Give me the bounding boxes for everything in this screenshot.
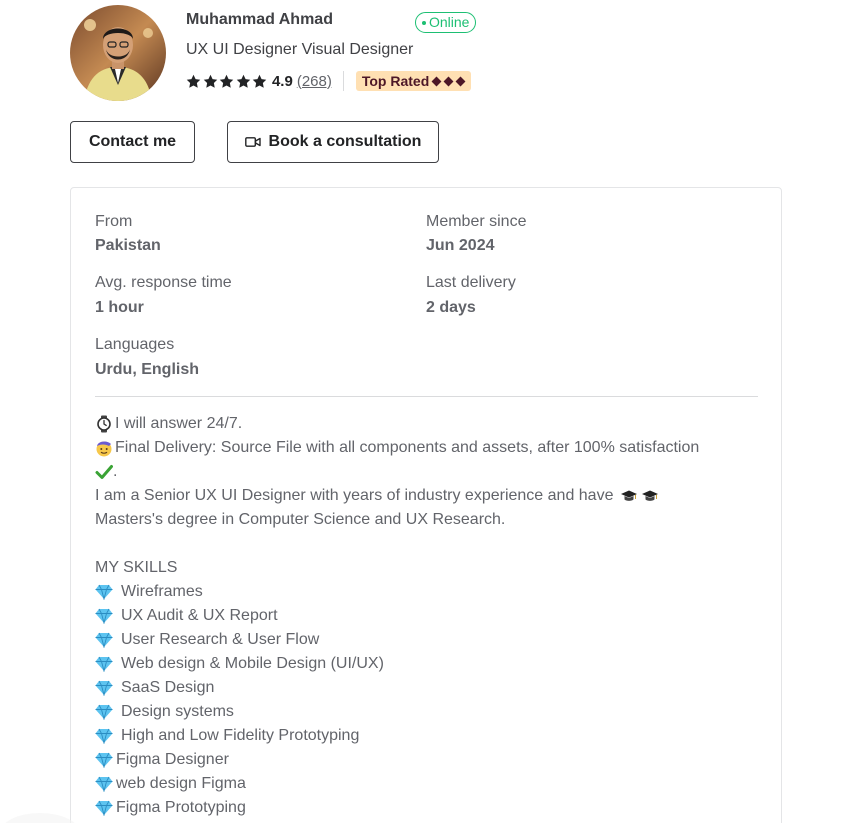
- description-line: Final Delivery: Source File with all com…: [95, 436, 755, 460]
- rating-row: 4.9 (268) Top Rated: [186, 71, 472, 91]
- member-since-value: Jun 2024: [426, 237, 495, 254]
- description-line: .: [95, 460, 755, 484]
- skill-label: SaaS Design: [121, 679, 215, 696]
- diamond-gem-icon: [95, 752, 113, 768]
- floating-widget-shadow: [0, 813, 80, 823]
- diamond-gem-icon: [95, 776, 113, 792]
- star-icon: [253, 74, 267, 88]
- languages-value: Urdu, English: [95, 361, 199, 378]
- book-consultation-button[interactable]: Book a consultation: [227, 121, 439, 163]
- skill-label: Figma Designer: [116, 751, 229, 768]
- description-text: .: [113, 463, 118, 480]
- book-consultation-label: Book a consultation: [268, 133, 422, 150]
- response-time-label: Avg. response time: [95, 274, 232, 291]
- skill-item: Design systems: [95, 700, 755, 724]
- from-label: From: [95, 213, 133, 230]
- skill-item: Wireframes: [95, 580, 755, 604]
- description-line: I am a Senior UX UI Designer with years …: [95, 484, 755, 508]
- diamond-gem-icon: [95, 632, 113, 648]
- top-rated-label: Top Rated: [361, 73, 430, 89]
- diamond-icon: [455, 76, 466, 86]
- graduation-cap-icon: [642, 490, 659, 501]
- online-status-badge: Online: [415, 12, 477, 33]
- skill-item: UX Audit & UX Report: [95, 604, 755, 628]
- video-icon: [244, 137, 261, 147]
- top-rated-badge[interactable]: Top Rated: [355, 71, 472, 91]
- skill-item: Figma Designer: [95, 748, 755, 772]
- section-divider: [95, 396, 758, 397]
- star-icon: [219, 74, 234, 88]
- last-delivery-value: 2 days: [426, 299, 476, 316]
- diamond-gem-icon: [95, 656, 113, 672]
- skill-item: Figma Prototyping: [95, 796, 755, 820]
- watch-icon: [97, 415, 111, 433]
- skill-label: Design systems: [121, 703, 234, 720]
- skill-label: User Research & User Flow: [121, 631, 320, 648]
- description-text: I am a Senior UX UI Designer with years …: [95, 487, 614, 504]
- member-since-label: Member since: [426, 213, 527, 230]
- skills-heading-text: MY SKILLS: [95, 559, 178, 576]
- diamond-icon: [443, 76, 454, 86]
- star-icon: [203, 74, 217, 88]
- skill-item: SaaS Design: [95, 676, 755, 700]
- skill-label: Wireframes: [121, 583, 203, 600]
- skill-label: Web design & Mobile Design (UI/UX): [121, 655, 384, 672]
- seller-tagline: UX UI Designer Visual Designer: [186, 41, 414, 58]
- star-icon: [236, 74, 251, 88]
- skills-heading: MY SKILLS: [95, 556, 755, 580]
- seller-info-card: From Pakistan Member since Jun 2024 Avg.…: [70, 187, 782, 823]
- description-text: Masters's degree in Computer Science and…: [95, 511, 506, 528]
- skill-label: Figma Prototyping: [116, 799, 246, 816]
- seller-description: I will answer 24/7. Final Delivery: Sour…: [95, 412, 755, 820]
- review-count-link[interactable]: (268): [297, 73, 332, 90]
- diamond-gem-icon: [95, 680, 113, 696]
- languages-label: Languages: [95, 336, 175, 353]
- check-mark-icon: [95, 465, 113, 479]
- rating-value: 4.9: [271, 72, 293, 90]
- skill-item: web design Figma: [95, 772, 755, 796]
- seller-name[interactable]: Muhammad Ahmad: [186, 11, 333, 29]
- description-text: I will answer 24/7.: [115, 415, 243, 432]
- diamond-gem-icon: [95, 704, 113, 720]
- response-time-value: 1 hour: [95, 299, 144, 316]
- diamond-gem-icon: [95, 584, 113, 600]
- diamond-icon: [431, 76, 442, 86]
- skill-label: web design Figma: [116, 775, 246, 792]
- online-dot-icon: [422, 20, 426, 25]
- graduation-cap-icon: [621, 490, 638, 501]
- description-text: Final Delivery: Source File with all com…: [115, 439, 700, 456]
- diamond-gem-icon: [95, 800, 113, 816]
- description-line: I will answer 24/7.: [95, 412, 755, 436]
- skill-item: Web design & Mobile Design (UI/UX): [95, 652, 755, 676]
- diamond-gem-icon: [95, 608, 113, 624]
- star-icon: [186, 74, 201, 88]
- description-line: Masters's degree in Computer Science and…: [95, 508, 755, 532]
- last-delivery-label: Last delivery: [426, 274, 516, 291]
- skill-item: User Research & User Flow: [95, 628, 755, 652]
- skill-item: High and Low Fidelity Prototyping: [95, 724, 755, 748]
- online-status-label: Online: [429, 14, 470, 30]
- avatar[interactable]: [70, 5, 166, 101]
- diamond-gem-icon: [95, 728, 113, 744]
- divider: [342, 71, 344, 91]
- skill-label: High and Low Fidelity Prototyping: [121, 727, 360, 744]
- skill-label: UX Audit & UX Report: [121, 607, 278, 624]
- from-value: Pakistan: [95, 237, 161, 254]
- contact-me-button[interactable]: Contact me: [70, 121, 195, 163]
- face-emoji-icon: [96, 441, 112, 457]
